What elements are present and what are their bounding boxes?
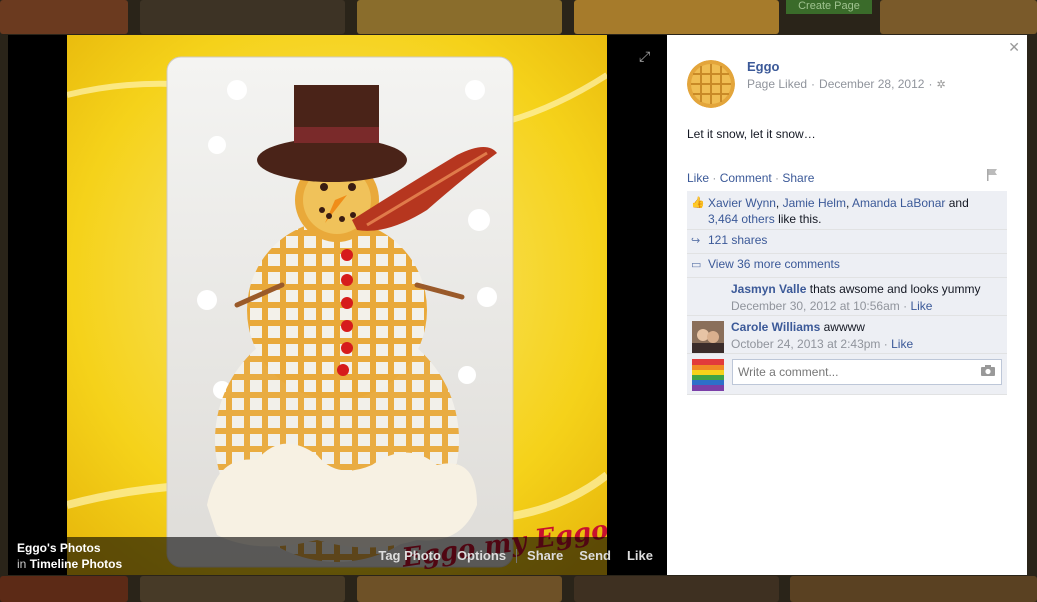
meta-dot: · [928,77,933,91]
in-word: in [17,557,27,571]
background-tile [574,0,779,34]
like-link[interactable]: Like [687,171,709,185]
liker-link[interactable]: Xavier Wynn [708,196,776,210]
photo-details-panel: ✕ Eggo Page Liked · December 28, 2012 · … [667,35,1027,575]
page-avatar[interactable] [687,60,735,108]
liker-link[interactable]: Jamie Helm [783,196,846,210]
commenter-avatar[interactable] [692,321,724,353]
share-photo-button[interactable]: Share [527,548,563,563]
photo-footer-bar: Eggo's Photos in Timeline Photos Tag Pho… [8,537,667,575]
meta-dot: · [811,77,816,91]
comment-text: awwww [823,320,865,334]
camera-icon[interactable] [981,365,995,376]
page-name-link[interactable]: Eggo [747,59,780,74]
shares-row[interactable]: ↪ 121 shares [687,230,1007,254]
view-more-comments-link[interactable]: View 36 more comments [708,257,840,271]
others-link[interactable]: 3,464 others [708,212,775,226]
album-link[interactable]: Eggo's Photos [17,541,101,555]
photo-stage: Eggo my Eggo ⤢ Eggo's Photos in Timeline… [8,35,667,575]
comment: Jasmyn Valle thats awsome and looks yumm… [687,278,1007,316]
create-page-button[interactable]: Create Page [786,0,872,14]
report-flag-icon[interactable] [985,168,999,182]
share-arrow-icon: ↪ [691,235,701,247]
ufi-actions: Like · Comment · Share [687,171,815,185]
background-tile [140,576,345,602]
photo-actions: Tag Photo Options Share Send Like [362,548,653,563]
snowman-waffle-photo[interactable]: Eggo my Eggo [67,35,607,575]
tag-photo-button[interactable]: Tag Photo [378,548,441,563]
comment-text: thats awsome and looks yummy [809,282,981,296]
background-tile [880,0,1037,34]
comment-author[interactable]: Jasmyn Valle [731,282,806,296]
comment-bubble-icon: ▭ [691,259,702,271]
comment-input-placeholder: Write a comment... [738,365,839,379]
thumbs-up-icon: 👍 [691,197,705,209]
post-meta: Page Liked · December 28, 2012 · ✲ [747,77,946,91]
like-photo-button[interactable]: Like [627,548,653,563]
shares-count[interactable]: 121 shares [708,233,767,247]
close-icon[interactable]: ✕ [1008,39,1020,56]
viewer-avatar [692,359,724,391]
comment-time[interactable]: October 24, 2013 at 2:43pm [731,337,880,351]
share-link[interactable]: Share [782,171,814,185]
comment-link[interactable]: Comment [720,171,772,185]
comment-input[interactable]: Write a comment... [732,359,1002,385]
album-parent-link[interactable]: Timeline Photos [30,557,122,571]
ufi-box: 👍 Xavier Wynn, Jamie Helm, Amanda LaBona… [687,191,1007,395]
view-more-comments-row[interactable]: ▭ View 36 more comments [687,254,1007,278]
comment-time[interactable]: December 30, 2012 at 10:56am [731,299,900,313]
fullscreen-expand-icon[interactable]: ⤢ [639,49,653,63]
background-tile [790,576,1037,602]
likes-suffix: like this. [778,212,822,226]
send-photo-button[interactable]: Send [579,548,611,563]
page-liked-status[interactable]: Page Liked [747,77,807,91]
comment-author[interactable]: Carole Williams [731,320,820,334]
background-tile [574,576,779,602]
background-tile [0,0,128,34]
actions-divider [516,548,518,563]
comment: Carole Williams awwww October 24, 2013 a… [687,316,1007,354]
background-tile [0,576,128,602]
photo-lightbox: Eggo my Eggo ⤢ Eggo's Photos in Timeline… [8,35,1027,575]
comment-like-link[interactable]: Like [910,299,932,313]
comment-like-link[interactable]: Like [891,337,913,351]
album-parent-line: in Timeline Photos [17,557,122,571]
privacy-gear-icon[interactable]: ✲ [936,78,945,91]
likes-sentence-row: 👍 Xavier Wynn, Jamie Helm, Amanda LaBona… [687,191,1007,230]
options-button[interactable]: Options [457,548,506,563]
write-comment-row: Write a comment... [687,354,1007,395]
background-tile [140,0,345,34]
background-tile [357,576,562,602]
likes-and: and [948,196,969,210]
post-date[interactable]: December 28, 2012 [819,77,924,91]
commenter-avatar[interactable] [692,283,724,315]
post-caption: Let it snow, let it snow… [687,127,816,141]
background-tile [357,0,562,34]
liker-link[interactable]: Amanda LaBonar [852,196,945,210]
